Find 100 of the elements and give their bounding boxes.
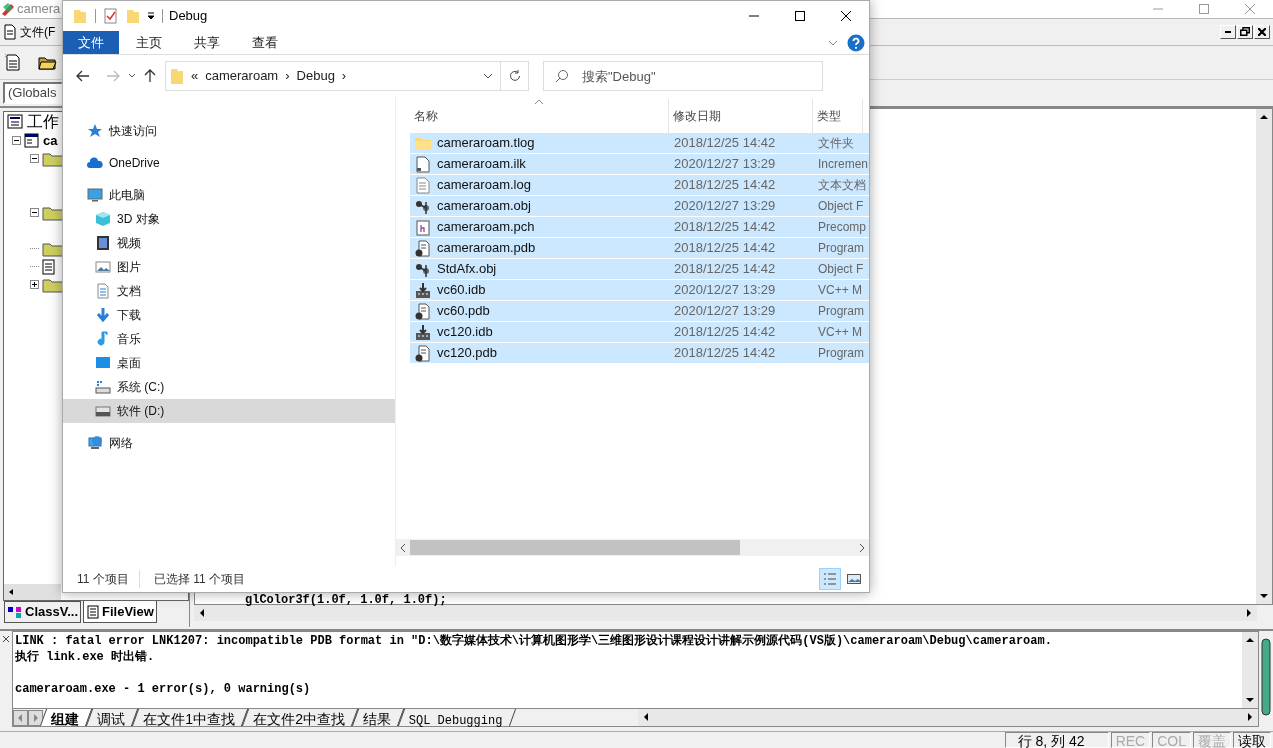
header-file-icon	[414, 218, 432, 236]
refresh-icon	[507, 69, 522, 83]
file-date: 2018/12/25 14:42	[673, 239, 777, 258]
nav-item[interactable]: 快速访问	[63, 119, 395, 143]
vertical-scrollbar[interactable]	[1242, 632, 1258, 708]
ribbon-tab[interactable]: 共享	[179, 31, 235, 54]
film-icon	[95, 235, 111, 251]
address-segment[interactable]: ›	[341, 66, 347, 86]
file-type: 文本文档	[817, 177, 866, 194]
address-segment[interactable]: ›	[285, 66, 290, 86]
output-line: 执行 link.exe 时出错.	[15, 649, 156, 666]
app-icon	[1, 2, 15, 16]
nav-item[interactable]: 文档	[63, 279, 395, 303]
code-line: glColor3f(1.0f, 1.0f, 1.0f);	[245, 593, 447, 606]
output-tab[interactable]: 结果	[351, 709, 404, 726]
file-view-icon	[86, 604, 100, 619]
nav-item[interactable]: 软件 (D:)	[63, 399, 395, 423]
properties-icon[interactable]	[104, 8, 118, 24]
nav-item[interactable]: 音乐	[63, 327, 395, 351]
ribbon-tab[interactable]: 查看	[237, 31, 293, 54]
list-icon	[822, 571, 838, 587]
file-name: vc60.pdb	[437, 302, 490, 321]
file-row[interactable]: StdAfx.obj 2018/12/25 14:42 Object F	[410, 259, 869, 280]
file-row[interactable]: cameraroam.ilk 2020/12/27 13:29 Incremen	[410, 154, 869, 175]
nav-item[interactable]: 视频	[63, 231, 395, 255]
nav-item[interactable]: 桌面	[63, 351, 395, 375]
nav-item[interactable]: 3D 对象	[63, 207, 395, 231]
new-file-icon[interactable]	[3, 52, 23, 73]
nav-item[interactable]: OneDrive	[63, 151, 395, 175]
minimize-icon	[1153, 8, 1163, 10]
file-row[interactable]: vc60.idb 2020/12/27 13:29 VC++ M	[410, 280, 869, 301]
download-icon	[95, 307, 111, 323]
nav-item[interactable]: 网络	[63, 431, 395, 455]
dropdown-icon[interactable]	[146, 11, 156, 21]
nav-item[interactable]: 系统 (C:)	[63, 375, 395, 399]
collapse-icon[interactable]	[30, 208, 39, 218]
collapse-icon[interactable]	[30, 154, 39, 164]
text-file-icon	[414, 176, 432, 194]
menu-item[interactable]: 文件(F	[20, 23, 56, 41]
horizontal-scrollbar[interactable]	[638, 709, 1258, 726]
address-segment[interactable]: «	[191, 66, 199, 86]
output-tab[interactable]: 在文件2中查找	[241, 709, 358, 726]
file-date: 2018/12/25 14:42	[673, 260, 777, 279]
file-row[interactable]: cameraroam.obj 2020/12/27 13:29 Object F	[410, 196, 869, 217]
file-row[interactable]: vc120.idb 2018/12/25 14:42 VC++ M	[410, 322, 869, 343]
drive-icon	[95, 379, 111, 395]
ribbon-tab[interactable]: 文件	[63, 31, 119, 54]
scope-combo-box[interactable]: (Globals	[3, 81, 63, 104]
ribbon-tab[interactable]: 主页	[121, 31, 177, 54]
file-date: 2018/12/25 14:42	[673, 134, 777, 153]
scroll-thumb[interactable]	[410, 540, 740, 555]
file-name: cameraroam.tlog	[437, 134, 535, 153]
file-type: Precomp	[817, 219, 867, 236]
nav-item[interactable]: 下载	[63, 303, 395, 327]
file-row[interactable]: vc120.pdb 2018/12/25 14:42 Program	[410, 343, 869, 364]
file-row[interactable]: cameraroam.log 2018/12/25 14:42 文本文档	[410, 175, 869, 196]
panel-tab[interactable]: ClassV...	[4, 601, 81, 624]
star-icon	[87, 123, 103, 139]
scroll-thumb-icon[interactable]	[1261, 637, 1271, 718]
up-icon[interactable]	[143, 68, 157, 84]
music-note-icon	[95, 331, 111, 347]
workspace-title: 工作	[27, 111, 59, 132]
file-row[interactable]: cameraroam.pdb 2018/12/25 14:42 Program	[410, 238, 869, 259]
output-tab[interactable]: 组建	[39, 709, 93, 726]
close-button[interactable]	[1254, 25, 1270, 39]
nav-item[interactable]: 此电脑	[63, 183, 395, 207]
tree-item[interactable]: ca	[43, 131, 58, 151]
document-icon	[3, 24, 17, 40]
file-row[interactable]: vc60.pdb 2020/12/27 13:29 Program	[410, 301, 869, 322]
output-tab[interactable]: SQL Debugging	[397, 709, 516, 726]
horizontal-scrollbar[interactable]	[396, 539, 869, 556]
folder-icon	[170, 67, 184, 85]
vertical-scrollbar[interactable]	[1256, 108, 1272, 605]
expand-icon[interactable]	[30, 280, 39, 290]
address-segment[interactable]: Debug	[296, 66, 335, 86]
download-file-icon	[414, 323, 432, 341]
sort-ascending-icon[interactable]	[534, 99, 544, 105]
file-type: Object F	[817, 261, 864, 278]
back-icon[interactable]	[75, 68, 91, 84]
address-bar[interactable]: « cameraroam › Debug ›	[165, 61, 529, 91]
database-file-icon	[414, 239, 432, 257]
collapse-icon[interactable]	[12, 136, 21, 146]
output-line: cameraroam.exe - 1 error(s), 0 warning(s)	[15, 681, 312, 698]
tab-scroll-icon[interactable]	[13, 709, 43, 726]
horizontal-scrollbar[interactable]	[194, 605, 1257, 622]
minimize-button[interactable]	[1220, 25, 1236, 39]
file-row[interactable]: cameraroam.pch 2018/12/25 14:42 Precomp	[410, 217, 869, 238]
nav-item[interactable]: 图片	[63, 255, 395, 279]
file-name: cameraroam.log	[437, 176, 531, 195]
search-field[interactable]: 搜索"Debug"	[543, 61, 823, 91]
horizontal-scrollbar[interactable]	[4, 584, 61, 601]
minimize-icon	[749, 15, 759, 17]
address-segment[interactable]: cameraroam	[205, 66, 279, 86]
restore-button[interactable]	[1237, 25, 1253, 39]
output-tab[interactable]: 调试	[85, 709, 139, 726]
panel-tab[interactable]: FileView	[83, 601, 157, 624]
output-tab[interactable]: 在文件1中查找	[131, 709, 248, 726]
file-row[interactable]: cameraroam.tlog 2018/12/25 14:42 文件夹	[410, 133, 869, 154]
minimize-icon	[1225, 31, 1231, 33]
help-icon[interactable]	[847, 33, 865, 52]
